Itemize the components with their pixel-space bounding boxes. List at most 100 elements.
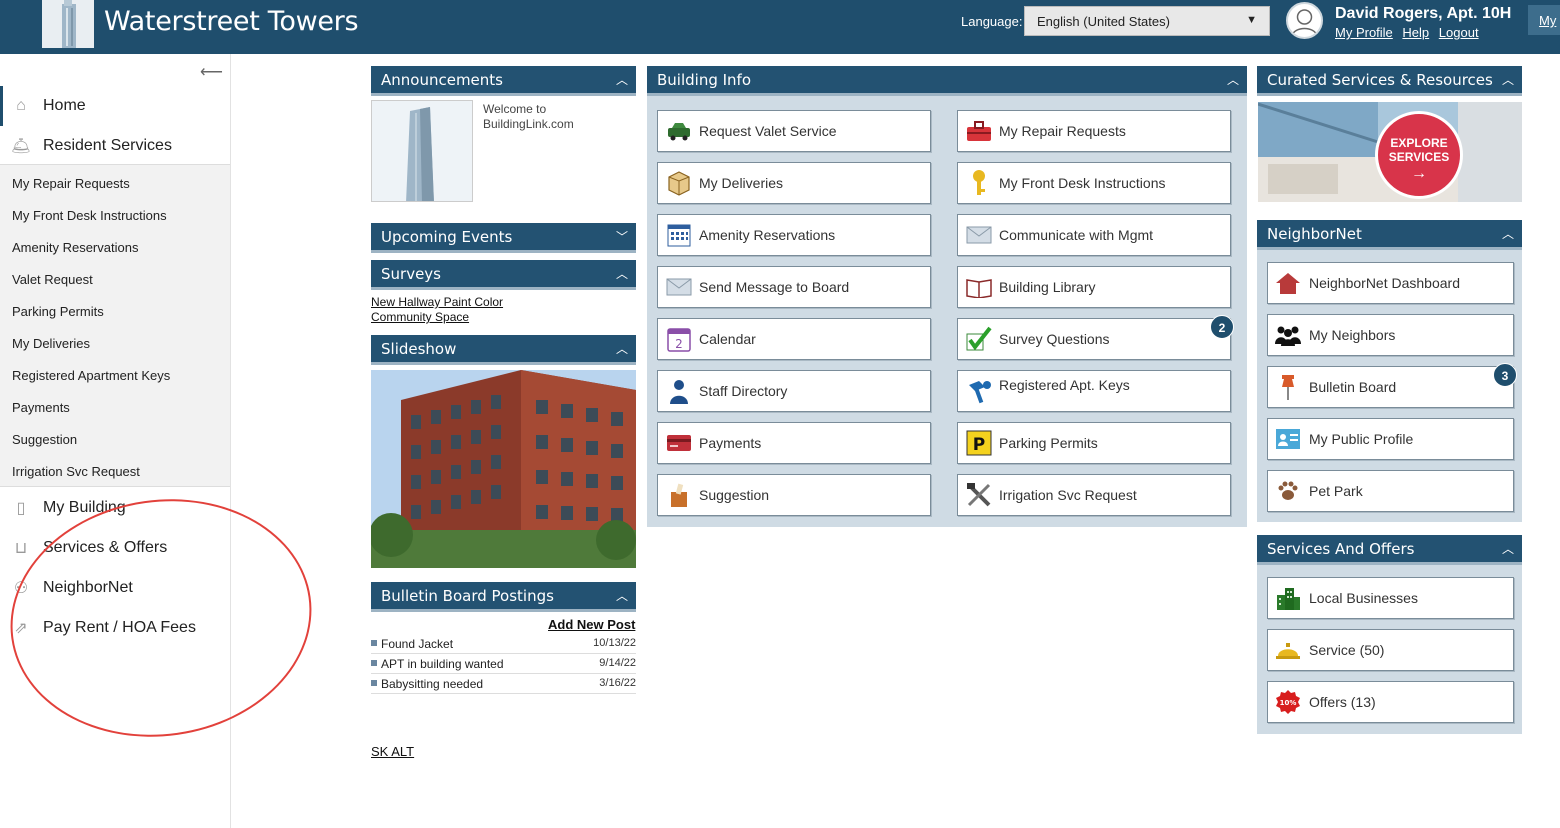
bulletin-post-row[interactable]: APT in building wanted 9/14/22 — [371, 654, 636, 674]
chevron-up-icon[interactable]: ︿ — [1502, 225, 1514, 242]
dropdown-caret-icon: ▼ — [1246, 14, 1257, 26]
tile-local-businesses[interactable]: Local Businesses — [1267, 577, 1514, 619]
submenu-item[interactable]: Registered Apartment Keys — [12, 368, 170, 383]
survey-count-badge: 2 — [1210, 315, 1234, 339]
tile-label: Request Valet Service — [699, 123, 837, 139]
my-tab[interactable]: My — [1528, 5, 1560, 35]
chevron-up-icon[interactable]: ︿ — [1502, 71, 1514, 88]
slideshow-image[interactable] — [371, 370, 636, 568]
bulletin-postings-header[interactable]: Bulletin Board Postings ︿ — [371, 582, 636, 612]
tile-send-message-board[interactable]: Send Message to Board — [657, 266, 931, 308]
logout-link[interactable]: Logout — [1439, 25, 1479, 40]
sk-alt-link[interactable]: SK ALT — [371, 744, 414, 759]
chevron-up-icon[interactable]: ︿ — [616, 587, 628, 604]
slideshow-header[interactable]: Slideshow ︿ — [371, 335, 636, 365]
explore-services-button[interactable]: EXPLORE SERVICES → — [1375, 111, 1463, 199]
parking-icon: P — [964, 429, 994, 457]
tile-label: Payments — [699, 435, 762, 451]
tile-label: Calendar — [699, 331, 756, 347]
tile-building-library[interactable]: Building Library — [957, 266, 1231, 308]
tile-label: Bulletin Board — [1309, 379, 1397, 395]
submenu-item[interactable]: Valet Request — [12, 272, 93, 287]
tile-registered-apt-keys[interactable]: Registered Apt. Keys — [957, 370, 1231, 412]
announcement-image — [371, 100, 473, 202]
panel-title: Services And Offers — [1267, 540, 1415, 558]
calendar-grid-icon — [664, 221, 694, 249]
services-offers-header[interactable]: Services And Offers ︿ — [1257, 535, 1522, 565]
tile-label: Building Library — [999, 279, 1096, 295]
tile-my-public-profile[interactable]: My Public Profile — [1267, 418, 1514, 460]
chevron-up-icon[interactable]: ︿ — [1227, 71, 1239, 88]
tile-label: Registered Apt. Keys — [999, 377, 1130, 393]
app-title[interactable]: Waterstreet Towers — [104, 6, 359, 37]
tile-label: Send Message to Board — [699, 279, 850, 295]
tile-payments[interactable]: Payments — [657, 422, 931, 464]
tile-parking-permits[interactable]: P Parking Permits — [957, 422, 1231, 464]
language-select[interactable]: English (United States) ▼ — [1024, 6, 1270, 36]
curated-services-header[interactable]: Curated Services & Resources ︿ — [1257, 66, 1522, 96]
add-new-post-link[interactable]: Add New Post — [548, 617, 635, 632]
tile-survey-questions[interactable]: Survey Questions — [957, 318, 1231, 360]
tile-neighbornet-dashboard[interactable]: NeighborNet Dashboard — [1267, 262, 1514, 304]
collapse-sidebar-icon[interactable]: ⟵ — [200, 62, 223, 82]
upcoming-events-header[interactable]: Upcoming Events ﹀ — [371, 223, 636, 253]
top-header: Waterstreet Towers Language: English (Un… — [0, 0, 1560, 54]
submenu-item[interactable]: Parking Permits — [12, 304, 104, 319]
tile-request-valet[interactable]: Request Valet Service — [657, 110, 931, 152]
help-link[interactable]: Help — [1402, 25, 1429, 40]
submenu-item[interactable]: Suggestion — [12, 432, 77, 447]
neighbornet-header[interactable]: NeighborNet ︿ — [1257, 220, 1522, 250]
neighbors-icon — [1273, 321, 1303, 349]
tile-label: NeighborNet Dashboard — [1309, 275, 1460, 291]
tile-irrigation-request[interactable]: Irrigation Svc Request — [957, 474, 1231, 516]
chevron-up-icon[interactable]: ︿ — [616, 340, 628, 357]
credit-card-icon — [664, 429, 694, 457]
tile-label: Irrigation Svc Request — [999, 487, 1137, 503]
user-avatar[interactable] — [1286, 2, 1323, 39]
tile-my-repair-requests[interactable]: My Repair Requests — [957, 110, 1231, 152]
submenu-item[interactable]: Payments — [12, 400, 70, 415]
my-profile-link[interactable]: My Profile — [1335, 25, 1393, 40]
tile-pet-park[interactable]: Pet Park — [1267, 470, 1514, 512]
envelope-icon — [964, 221, 994, 249]
submenu-item[interactable]: Irrigation Svc Request — [12, 464, 140, 479]
tile-bulletin-board[interactable]: Bulletin Board — [1267, 366, 1514, 408]
survey-link[interactable]: New Hallway Paint Color — [371, 295, 503, 309]
bulletin-post-row[interactable]: Babysitting needed 3/16/22 — [371, 674, 636, 694]
building-logo[interactable] — [42, 0, 94, 48]
user-links: My Profile Help Logout — [1335, 25, 1485, 40]
building-icon: ▯ — [16, 500, 26, 517]
submenu-item[interactable]: My Front Desk Instructions — [12, 208, 167, 223]
arrow-right-icon: → — [1411, 165, 1427, 182]
chevron-up-icon[interactable]: ︿ — [616, 71, 628, 88]
submenu-item[interactable]: Amenity Reservations — [12, 240, 138, 255]
tile-service[interactable]: Service (50) — [1267, 629, 1514, 671]
user-name: David Rogers, Apt. 10H — [1335, 5, 1512, 22]
key-icon — [964, 169, 994, 197]
building-info-header[interactable]: Building Info ︿ — [647, 66, 1247, 96]
sidebar-item-home[interactable]: ⌂ Home — [0, 86, 230, 126]
tile-amenity-reservations[interactable]: Amenity Reservations — [657, 214, 931, 256]
sidebar-item-resident-services[interactable]: 🛎 Resident Services — [0, 126, 230, 166]
tile-my-deliveries[interactable]: My Deliveries — [657, 162, 931, 204]
surveys-header[interactable]: Surveys ︿ — [371, 260, 636, 290]
tile-calendar[interactable]: 2 Calendar — [657, 318, 931, 360]
announcements-header[interactable]: Announcements ︿ — [371, 66, 636, 96]
chevron-down-icon[interactable]: ﹀ — [616, 228, 628, 245]
tile-staff-directory[interactable]: Staff Directory — [657, 370, 931, 412]
panel-title: NeighborNet — [1267, 225, 1362, 243]
submenu-item[interactable]: My Deliveries — [12, 336, 90, 351]
tile-communicate-mgmt[interactable]: Communicate with Mgmt — [957, 214, 1231, 256]
submenu-item[interactable]: My Repair Requests — [12, 176, 130, 191]
chevron-up-icon[interactable]: ︿ — [616, 265, 628, 282]
tile-my-neighbors[interactable]: My Neighbors — [1267, 314, 1514, 356]
discount-label: 10% — [1280, 699, 1297, 707]
curated-services-banner[interactable]: EXPLORE SERVICES → — [1258, 102, 1522, 202]
tile-front-desk-instructions[interactable]: My Front Desk Instructions — [957, 162, 1231, 204]
chevron-up-icon[interactable]: ︿ — [1502, 540, 1514, 557]
survey-link[interactable]: Community Space — [371, 310, 469, 324]
bulletin-post-row[interactable]: Found Jacket 10/13/22 — [371, 634, 636, 654]
tile-suggestion[interactable]: Suggestion — [657, 474, 931, 516]
panel-title: Bulletin Board Postings — [381, 587, 554, 605]
tile-offers[interactable]: 10% Offers (13) — [1267, 681, 1514, 723]
